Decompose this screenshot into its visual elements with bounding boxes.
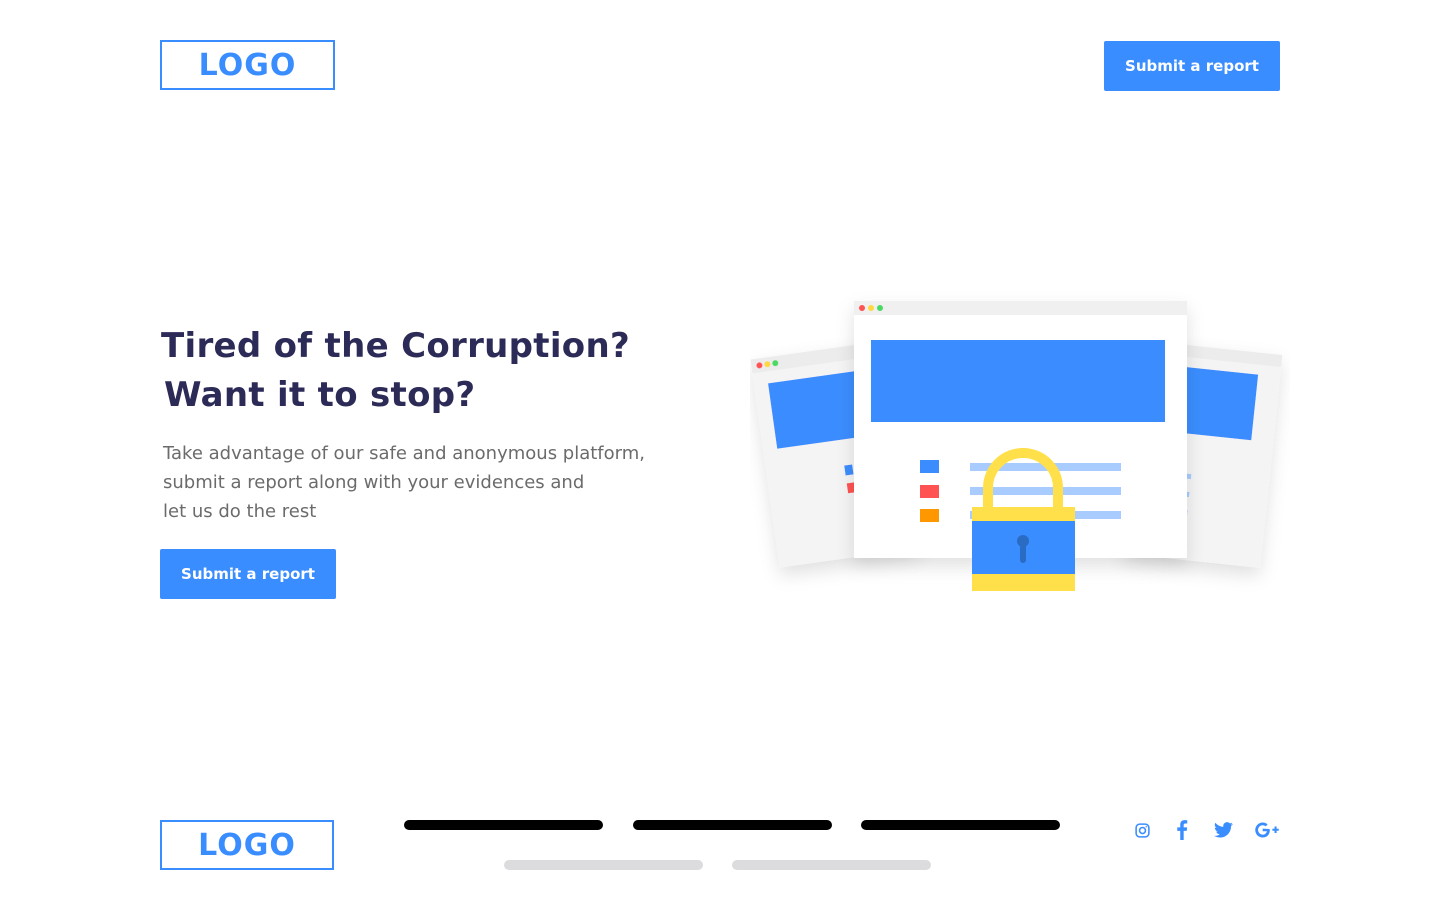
hero-description-line-1: Take advantage of our safe and anonymous… — [163, 443, 645, 464]
header-logo[interactable]: LOGO — [160, 40, 335, 90]
hero-title-line-2: Want it to stop? — [164, 375, 476, 415]
footer-link-placeholder-3[interactable] — [861, 820, 1060, 830]
footer-link-placeholder-2[interactable] — [633, 820, 832, 830]
hero-title-line-1: Tired of the Corruption? — [161, 326, 630, 366]
google-plus-icon[interactable] — [1252, 818, 1282, 842]
facebook-icon[interactable] — [1169, 818, 1195, 842]
secure-browser-illustration — [750, 301, 1283, 591]
footer-link-placeholder-1[interactable] — [404, 820, 603, 830]
footer-logo[interactable]: LOGO — [160, 820, 334, 870]
hero-description-line-3: let us do the rest — [163, 501, 317, 522]
footer-sublink-placeholder-1[interactable] — [504, 860, 703, 870]
header-submit-report-button[interactable]: Submit a report — [1104, 41, 1280, 91]
hero-description-line-2: submit a report along with your evidence… — [163, 472, 585, 493]
twitter-icon[interactable] — [1210, 818, 1236, 842]
hero-submit-report-button[interactable]: Submit a report — [160, 549, 336, 599]
instagram-icon[interactable] — [1129, 818, 1155, 842]
footer-sublink-placeholder-2[interactable] — [732, 860, 931, 870]
